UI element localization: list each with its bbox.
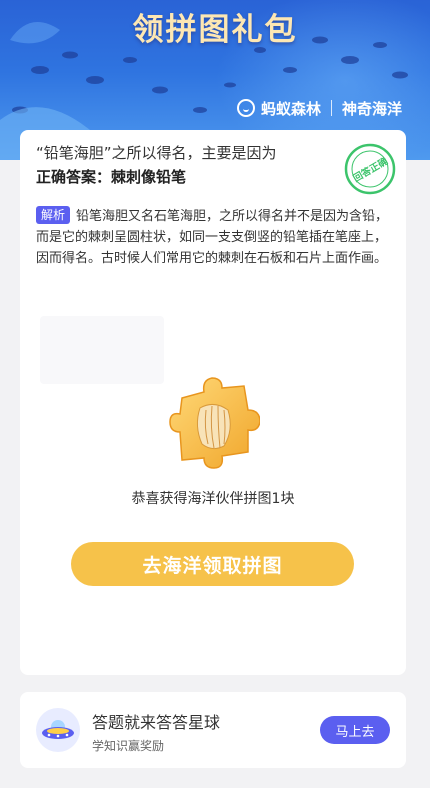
analysis-text: 铅笔海胆又名石笔海胆，之所以得名并不是因为含铅，而是它的棘刺呈圆柱状，如同一支支… [36, 209, 389, 266]
promo-subtitle: 学知识赢奖励 [92, 739, 165, 753]
faint-placeholder [40, 316, 164, 384]
ufo-icon [42, 720, 74, 739]
brand-divider [330, 100, 332, 116]
analysis-tag: 解析 [36, 206, 71, 224]
promo-card[interactable]: 答题就来答答星球 学知识赢奖励 马上去 [20, 692, 406, 768]
ant-smile-icon [236, 99, 255, 117]
congrats-text: 恭喜获得海洋伙伴拼图1块 [131, 491, 295, 507]
brand-row: 蚂蚁森林 神奇海洋 [236, 96, 402, 120]
analysis-block: 解析 铅笔海胆又名石笔海胆，之所以得名并不是因为含铅，而是它的棘刺呈圆柱状，如同一… [36, 206, 392, 269]
banner-title: 领拼图礼包 [132, 12, 298, 48]
promo-title: 答题就来答答星球 [92, 713, 221, 732]
promo-avatar [36, 708, 80, 752]
puzzle-piece-icon [169, 377, 260, 469]
answer-correct-stamp: 回答正确 [344, 143, 396, 195]
quiz-result-card: “铅笔海胆”之所以得名，主要是因为 正确答案：棘刺像铅笔 回答正确 解析 铅笔海胆… [20, 130, 406, 675]
go-now-button[interactable]: 马上去 [320, 716, 390, 744]
question-text: “铅笔海胆”之所以得名，主要是因为 [36, 144, 277, 162]
brand-forest: 蚂蚁森林 [260, 99, 321, 118]
brand-ocean: 神奇海洋 [341, 99, 402, 118]
correct-answer: 正确答案：棘刺像铅笔 [36, 168, 187, 186]
claim-puzzle-button[interactable]: 去海洋领取拼图 [71, 542, 354, 586]
